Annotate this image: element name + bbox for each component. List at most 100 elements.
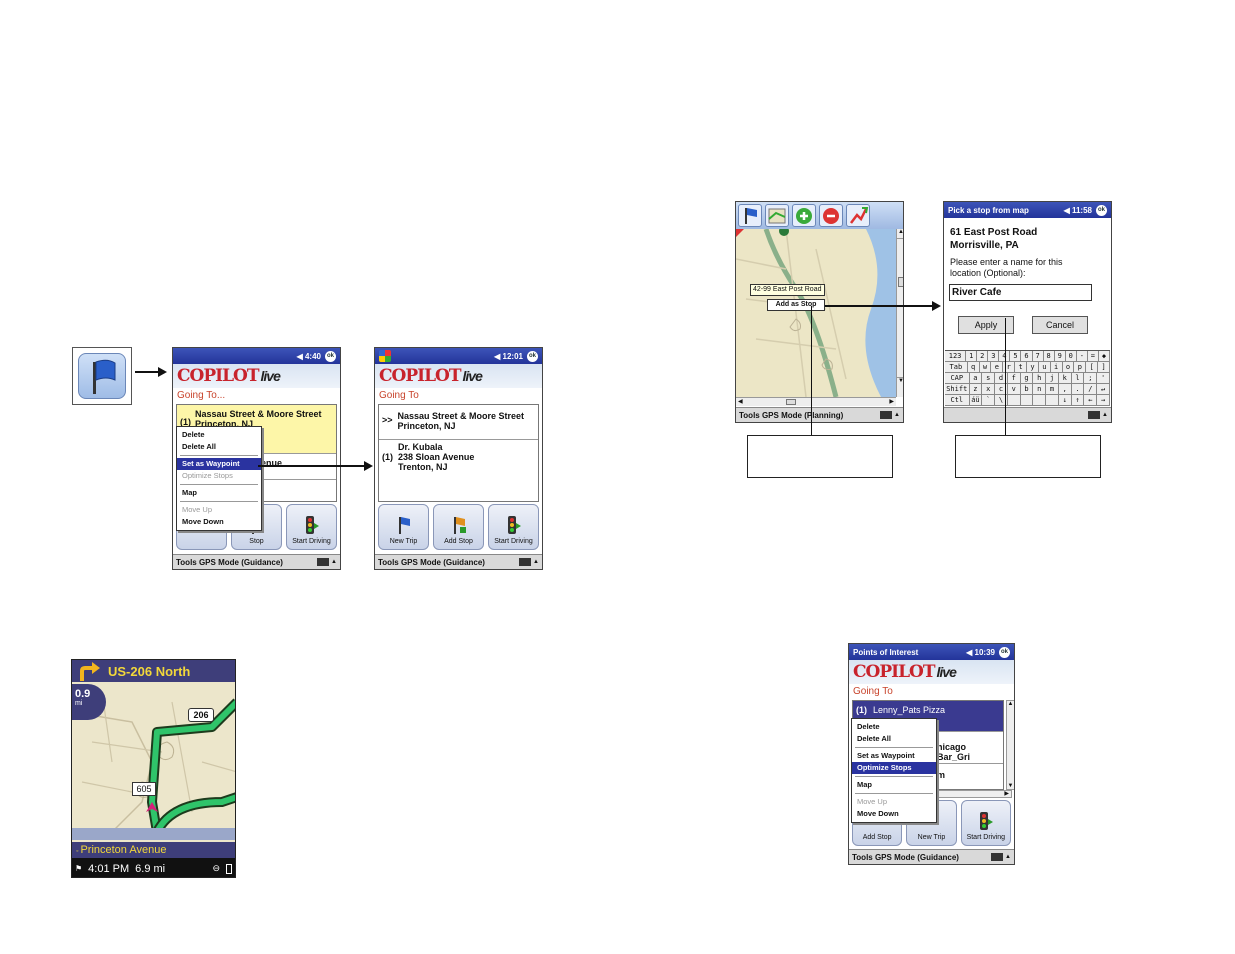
add-as-stop-button[interactable]: Add as Stop [767, 299, 825, 311]
keyboard-key[interactable]: CAP [945, 373, 970, 383]
ok-button[interactable]: ok [527, 350, 538, 362]
keyboard-key[interactable]: s [982, 373, 996, 383]
menu-bar[interactable]: ▲ [944, 407, 1111, 422]
keyboard-key[interactable]: v [1008, 384, 1021, 394]
caret-up-icon[interactable]: ▲ [894, 412, 900, 418]
menu-item-set-as-waypoint[interactable]: Set as Waypoint [852, 750, 936, 762]
keyboard-key[interactable]: k [1059, 373, 1072, 383]
keyboard-key[interactable]: / [1084, 384, 1098, 394]
menu-item-move-up[interactable]: Move Up [852, 796, 936, 808]
menu-item-map[interactable]: Map [852, 779, 936, 791]
keyboard-key[interactable]: t [1015, 362, 1028, 372]
keyboard-key[interactable]: e [991, 362, 1004, 372]
keyboard-key[interactable]: 0 [1066, 351, 1077, 361]
horizontal-scrollbar[interactable]: ◀ ▶ [736, 397, 896, 406]
keyboard-key[interactable]: Ctl [945, 395, 970, 405]
keyboard-key[interactable]: 123 [945, 351, 967, 361]
keyboard-key[interactable]: Tab [945, 362, 968, 372]
keyboard-key[interactable]: 9 [1055, 351, 1066, 361]
menu-item-delete[interactable]: Delete [852, 721, 936, 733]
windows-start-icon[interactable] [379, 350, 391, 362]
keyboard-key[interactable]: q [968, 362, 980, 372]
add-stop-button[interactable]: Add Stop [433, 504, 484, 550]
keyboard-key[interactable]: , [1059, 384, 1072, 394]
start-driving-button[interactable]: Start Driving [960, 800, 1011, 846]
menu-bar[interactable]: Tools GPS Mode (Guidance) ▲ [173, 554, 340, 569]
keyboard-key[interactable]: [ [1086, 362, 1099, 372]
keyboard-key[interactable]: n [1033, 384, 1047, 394]
keyboard-key[interactable]: → [1097, 395, 1110, 405]
start-driving-button[interactable]: Start Driving [286, 504, 337, 550]
keyboard-key[interactable]: . [1072, 384, 1085, 394]
ok-button[interactable]: ok [1096, 204, 1107, 216]
caret-up-icon[interactable]: ▲ [1005, 854, 1011, 860]
menu-item-delete[interactable]: Delete [177, 429, 261, 441]
menu-bar[interactable]: Tools GPS Mode (Guidance) ▲ [849, 849, 1014, 864]
keyboard-key[interactable] [1008, 395, 1021, 405]
caret-up-icon[interactable]: ▲ [331, 559, 337, 565]
keyboard-key[interactable]: ] [1098, 362, 1111, 372]
keyboard-key[interactable]: p [1074, 362, 1087, 372]
location-name-field[interactable]: River Cafe [949, 284, 1092, 301]
keyboard-key[interactable]: x [982, 384, 996, 394]
keyboard-key[interactable]: - [1077, 351, 1088, 361]
flag-icon[interactable] [738, 204, 762, 227]
keyboard-key[interactable]: 1 [966, 351, 978, 361]
menu-item-optimize-stops[interactable]: Optimize Stops [177, 470, 261, 482]
new-trip-button[interactable]: New Trip [378, 504, 429, 550]
keyboard-key[interactable]: Shift [945, 384, 970, 394]
keyboard-icon[interactable] [880, 411, 893, 419]
menu-bar[interactable]: Tools GPS Mode (Guidance) ▲ [375, 554, 542, 569]
keyboard-key[interactable]: ◆ [1099, 351, 1110, 361]
keyboard-key[interactable] [1021, 395, 1034, 405]
keyboard-key[interactable]: 2 [977, 351, 989, 361]
keyboard-key[interactable]: j [1046, 373, 1059, 383]
caret-up-icon[interactable]: ▲ [1102, 412, 1108, 418]
soft-keyboard[interactable]: 1231234567890-=◆ Tabqwertyuiop[] CAPasdf… [945, 350, 1111, 406]
keyboard-key[interactable]: i [1051, 362, 1063, 372]
list-item[interactable]: >> Nassau Street & Moore Street Princeton… [379, 405, 538, 439]
stop-list[interactable]: >> Nassau Street & Moore Street Princeton… [378, 404, 539, 502]
keyboard-key[interactable]: f [1008, 373, 1021, 383]
keyboard-key[interactable]: 6 [1021, 351, 1033, 361]
map-icon[interactable] [765, 204, 789, 227]
keyboard-key[interactable]: ' [1097, 373, 1110, 383]
keyboard-key[interactable]: 8 [1044, 351, 1055, 361]
keyboard-key[interactable]: u [1039, 362, 1051, 372]
vertical-scrollbar[interactable]: ▲ ▼ [896, 229, 903, 397]
list-item[interactable]: (1) Dr. Kubala 238 Sloan Avenue Trenton, N… [379, 439, 538, 479]
zoom-in-icon[interactable] [792, 204, 816, 227]
keyboard-key[interactable]: a [970, 373, 983, 383]
keyboard-key[interactable]: 7 [1033, 351, 1044, 361]
menu-item-map[interactable]: Map [177, 487, 261, 499]
menu-item-delete-all[interactable]: Delete All [177, 441, 261, 453]
keyboard-key[interactable]: o [1063, 362, 1075, 372]
keyboard-key[interactable]: ↵ [1097, 384, 1110, 394]
menu-item-move-down[interactable]: Move Down [852, 808, 936, 820]
keyboard-key[interactable]: 3 [988, 351, 1000, 361]
keyboard-key[interactable]: 5 [1010, 351, 1022, 361]
caret-up-icon[interactable]: ▲ [533, 559, 539, 565]
planning-map[interactable]: 42-99 East Post Road Add as Stop [736, 229, 896, 397]
keyboard-key[interactable]: ← [1084, 395, 1098, 405]
ok-button[interactable]: ok [325, 350, 336, 362]
ok-button[interactable]: ok [999, 646, 1010, 658]
keyboard-icon[interactable] [1088, 411, 1101, 419]
keyboard-key[interactable]: m [1046, 384, 1059, 394]
start-driving-button[interactable]: Start Driving [488, 504, 539, 550]
menu-item-optimize-stops[interactable]: Optimize Stops [852, 762, 936, 774]
menu-item-delete-all[interactable]: Delete All [852, 733, 936, 745]
keyboard-key[interactable]: b [1021, 384, 1034, 394]
keyboard-icon[interactable] [519, 558, 532, 566]
menu-item-move-down[interactable]: Move Down [177, 516, 261, 528]
keyboard-key[interactable]: ` [982, 395, 996, 405]
keyboard-key[interactable]: l [1072, 373, 1085, 383]
menu-item-set-as-waypoint[interactable]: Set as Waypoint [177, 458, 261, 470]
keyboard-key[interactable]: ↑ [1072, 395, 1085, 405]
keyboard-key[interactable]: y [1027, 362, 1039, 372]
keyboard-key[interactable]: ↓ [1059, 395, 1072, 405]
keyboard-key[interactable]: ; [1084, 373, 1098, 383]
keyboard-key[interactable]: h [1033, 373, 1047, 383]
keyboard-key[interactable]: z [970, 384, 983, 394]
zoom-out-icon[interactable] [819, 204, 843, 227]
